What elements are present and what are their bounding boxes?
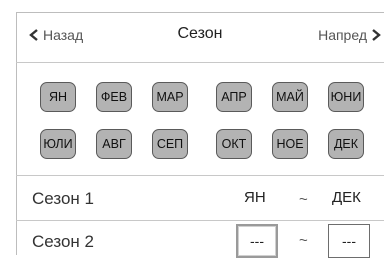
month-button-dec[interactable]: ДЕК [328,129,364,159]
month-button-apr[interactable]: АПР [216,82,252,112]
header-bar: Назад Сезон Напред [16,13,384,63]
next-button[interactable]: Напред [318,27,382,43]
next-label: Напред [318,27,367,43]
month-button-may[interactable]: МАЙ [272,82,308,112]
month-button-nov[interactable]: НОЕ [272,129,308,159]
month-button-jan[interactable]: ЯН [40,82,76,112]
season-2-end-box[interactable]: --- [328,224,370,258]
month-button-sep[interactable]: СЕП [152,129,188,159]
divider [16,220,384,221]
season-2-label: Сезон 2 [32,232,94,251]
month-button-oct[interactable]: ОКТ [216,129,252,159]
season-2-start-box[interactable]: --- [236,224,278,258]
month-button-feb[interactable]: ФЕВ [96,82,132,112]
month-button-jun[interactable]: ЮНИ [328,82,364,112]
month-button-jul[interactable]: ЮЛИ [40,129,76,159]
divider [16,175,384,176]
season-1-label: Сезон 1 [32,189,94,208]
season-2-separator: ~ [299,232,308,249]
month-button-aug[interactable]: АВГ [96,129,132,159]
chevron-right-icon [372,29,381,41]
month-button-mar[interactable]: МАР [152,82,188,112]
season-1-end[interactable]: ДЕК [332,189,361,206]
season-1-start[interactable]: ЯН [244,189,266,206]
season-1-separator: ~ [299,191,308,208]
